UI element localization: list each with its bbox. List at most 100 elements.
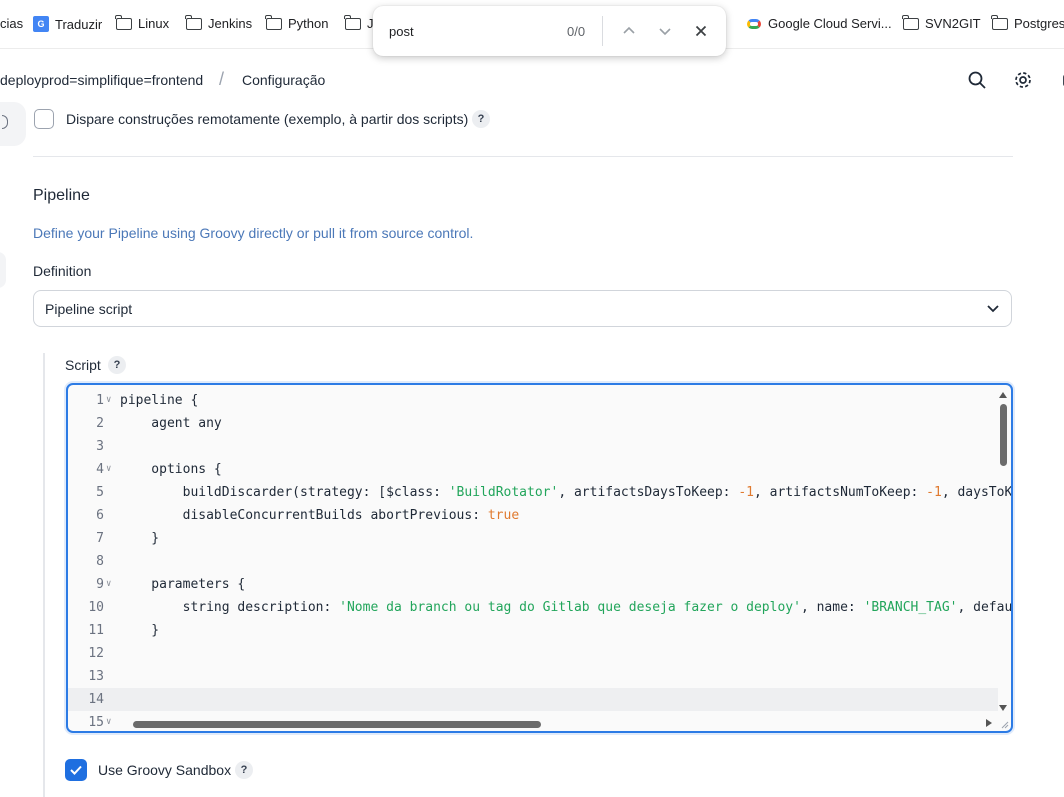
folder-icon: [344, 14, 361, 30]
bookmark-item[interactable]: Python: [265, 14, 329, 31]
code-text: agent any: [120, 416, 222, 431]
line-number: 1: [96, 393, 104, 408]
script-label: Script: [65, 357, 101, 373]
code-lines: 1 ∨ pipeline {2 agent any 3 4 ∨ options {5 bu…: [68, 389, 1011, 731]
find-input[interactable]: post: [389, 24, 414, 39]
code-text: buildDiscarder(strategy: [$class: 'Build…: [120, 485, 1013, 500]
close-icon[interactable]: [690, 20, 712, 42]
code-line[interactable]: 12: [68, 642, 998, 665]
definition-select[interactable]: Pipeline script: [33, 290, 1012, 327]
code-line[interactable]: 11 }: [68, 619, 998, 642]
bookmark-item[interactable]: Postgresq: [991, 14, 1064, 31]
line-number: 5: [96, 485, 104, 500]
bookmark-label: Postgresq: [1014, 16, 1064, 31]
section-description: Define your Pipeline using Groovy direct…: [33, 225, 474, 241]
remote-trigger-label: Dispare construções remotamente (exemplo…: [66, 111, 469, 127]
bookmark-label: Jenkins: [208, 16, 253, 31]
bookmark-label: Traduzir: [55, 16, 103, 32]
code-line[interactable]: 6 disableConcurrentBuilds abortPrevious:…: [68, 504, 998, 527]
bookmark-item[interactable]: Jenkins: [185, 14, 253, 31]
bookmark-label: SVN2GIT: [925, 16, 981, 31]
folder-icon: [185, 14, 202, 30]
groovy-sandbox-label: Use Groovy Sandbox: [98, 762, 232, 778]
bookmark-item[interactable]: J: [344, 14, 374, 31]
chevron-down-icon: [987, 305, 999, 313]
fold-chevron-icon[interactable]: ∨: [106, 389, 111, 412]
search-icon[interactable]: [965, 68, 989, 92]
line-number: 13: [88, 669, 104, 684]
line-number: 12: [88, 646, 104, 661]
section-divider: [33, 156, 1013, 157]
line-number: 11: [88, 623, 104, 638]
resize-handle-icon[interactable]: [1001, 721, 1009, 729]
code-line[interactable]: 5 buildDiscarder(strategy: [$class: 'Bui…: [68, 481, 1011, 504]
bookmark-item[interactable]: Linux: [115, 14, 170, 31]
page-header: deployprod=simplifique=frontend / Config…: [0, 49, 1064, 111]
folder-icon: [902, 14, 919, 30]
code-line[interactable]: 4 ∨ options {: [68, 458, 998, 481]
bookmark-item[interactable]: cias: [0, 16, 23, 31]
code-text: options {: [120, 462, 222, 477]
code-line[interactable]: 1 ∨ pipeline {: [68, 389, 998, 412]
google-cloud-icon: [746, 17, 762, 31]
scrollbar-thumb[interactable]: [133, 721, 541, 728]
line-number: 8: [96, 554, 104, 569]
help-icon[interactable]: ?: [235, 761, 253, 779]
script-editor[interactable]: 1 ∨ pipeline {2 agent any 3 4 ∨ options {5 bu…: [66, 383, 1013, 733]
remote-trigger-checkbox[interactable]: [34, 109, 54, 129]
code-line[interactable]: 8: [68, 550, 998, 573]
folder-icon: [115, 14, 132, 30]
scroll-down-icon[interactable]: [999, 705, 1007, 711]
code-text: }: [120, 531, 160, 546]
breadcrumb-job[interactable]: deployprod=simplifique=frontend: [0, 72, 203, 88]
code-line[interactable]: 14: [68, 688, 998, 711]
line-number: 15: [88, 715, 104, 730]
help-icon[interactable]: ?: [108, 356, 126, 374]
panel-icon[interactable]: [1056, 68, 1064, 92]
definition-value: Pipeline script: [45, 301, 133, 317]
line-number: 10: [88, 600, 104, 615]
bookmark-item[interactable]: SVN2GIT: [902, 14, 981, 31]
scroll-right-icon[interactable]: [986, 719, 992, 727]
code-line[interactable]: 13: [68, 665, 998, 688]
vertical-scrollbar[interactable]: [998, 387, 1009, 717]
nested-indent-line: [43, 353, 45, 797]
bookmark-item[interactable]: G Traduzir: [33, 16, 102, 32]
folder-icon: [265, 14, 282, 30]
breadcrumb-page[interactable]: Configuração: [242, 72, 325, 88]
code-line[interactable]: 7 }: [68, 527, 998, 550]
scroll-up-icon[interactable]: [999, 392, 1007, 398]
groovy-sandbox-checkbox[interactable]: [65, 759, 87, 781]
line-number: 3: [96, 439, 104, 454]
line-number: 2: [96, 416, 104, 431]
code-text: parameters {: [120, 577, 246, 592]
fold-chevron-icon[interactable]: ∨: [106, 573, 111, 596]
bookmark-item[interactable]: Google Cloud Servi...: [746, 16, 892, 31]
code-line[interactable]: 2 agent any: [68, 412, 998, 435]
google-translate-icon: G: [33, 16, 49, 32]
checkmark-icon: [70, 765, 82, 775]
code-line[interactable]: 10 string description: 'Nome da branch o…: [68, 596, 1011, 619]
code-text: pipeline {: [120, 393, 199, 408]
chevron-down-icon[interactable]: [654, 20, 676, 42]
code-text: string description: 'Nome da branch ou t…: [120, 600, 1013, 615]
breadcrumb-separator: /: [219, 69, 225, 89]
code-line[interactable]: 3: [68, 435, 998, 458]
fold-chevron-icon[interactable]: ∨: [106, 458, 111, 481]
help-icon[interactable]: ?: [472, 110, 490, 128]
find-match-count: 0/0: [567, 24, 586, 39]
bookmark-label: cias: [0, 16, 24, 31]
bookmark-label: Python: [288, 16, 329, 31]
sidebar-item[interactable]: [0, 102, 26, 146]
chevron-up-icon[interactable]: [618, 20, 640, 42]
line-number: 14: [88, 692, 104, 707]
gear-icon[interactable]: [1011, 68, 1035, 92]
line-number: 7: [96, 531, 104, 546]
sidebar-item-active[interactable]: [0, 252, 6, 288]
horizontal-scrollbar[interactable]: [108, 718, 998, 729]
code-line[interactable]: 9 ∨ parameters {: [68, 573, 998, 596]
definition-label: Definition: [33, 263, 92, 279]
bookmark-label: Linux: [138, 16, 170, 31]
folder-icon: [991, 14, 1008, 30]
scrollbar-thumb[interactable]: [1000, 404, 1007, 466]
